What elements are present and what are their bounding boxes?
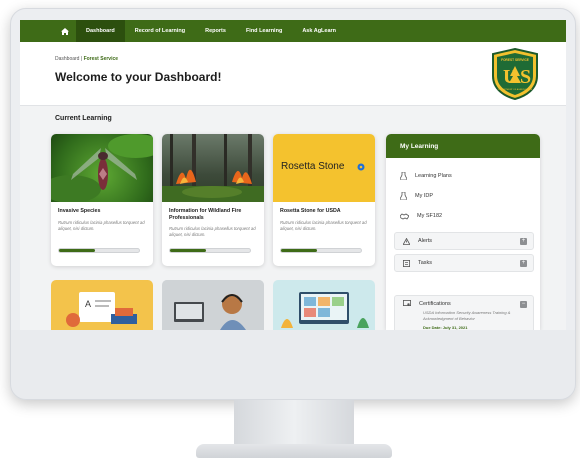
monitor-stand-neck [234,400,354,448]
forest-service-logo: U S FOREST SERVICE DEPARTMENT OF AGRICUL… [492,48,538,100]
handshake-icon [400,213,409,220]
warning-icon [403,237,410,245]
nav-ask-aglearn[interactable]: Ask AgLearn [292,20,346,42]
course-progress-bar [58,248,140,253]
my-learning-title: My Learning [386,134,540,158]
breadcrumb-dashboard[interactable]: Dashboard [55,56,79,62]
home-button[interactable] [54,20,76,42]
collapse-button[interactable]: − [520,301,527,308]
nav-record-of-learning[interactable]: Record of Learning [125,20,195,42]
accordion-label: Alerts [418,238,433,244]
course-card-row2-2[interactable] [162,280,264,330]
certifications-header[interactable]: Certifications [403,300,451,307]
progress-fill [281,249,317,252]
course-title: Information for Wildland Fire Profession… [169,208,242,221]
certification-due-date: Due Date: July 31, 2021 [423,325,468,330]
logo-bottom-text: DEPARTMENT OF AGRICULTURE [498,88,533,91]
expand-button[interactable]: + [520,260,527,267]
my-learning-panel: My Learning Learning Plans My IDP My SF1… [386,134,540,330]
course-image-virtual-meeting [281,292,369,328]
nav-find-learning[interactable]: Find Learning [236,20,292,42]
course-description: Rutrum ridiculus lacinia phasellus torqu… [169,226,256,238]
accordion-label: Certifications [419,300,451,307]
nav-dashboard[interactable]: Dashboard [76,20,125,42]
breadcrumb: Dashboard | Forest Service [55,56,118,62]
course-card-rosetta-stone[interactable]: Rosetta Stone Rosetta Stone for USDA Rut… [273,134,375,266]
course-image-insect [51,134,153,202]
flask-icon [400,192,407,200]
course-image-wildfire [162,134,264,202]
accordion-tasks[interactable]: Tasks + [394,254,534,272]
link-label: My IDP [415,193,434,199]
course-progress-bar [280,248,362,253]
flask-icon [400,172,407,180]
rosetta-stone-brand: Rosetta Stone [281,161,345,172]
logo-top-text: FOREST SERVICE [501,58,529,62]
home-icon [61,27,69,35]
screen: Dashboard Record of Learning Reports Fin… [20,20,566,330]
course-title: Invasive Species [58,208,101,214]
progress-fill [170,249,206,252]
breadcrumb-forest-service: Forest Service [83,56,119,62]
course-image-letter-a: A [85,299,91,309]
monitor-stand-foot [196,444,392,458]
link-my-idp[interactable]: My IDP [400,190,433,202]
course-title: Rosetta Stone for USDA [280,208,341,214]
accordion-certifications[interactable]: Certifications − USDA Information Securi… [394,295,534,330]
rosetta-logo-icon [357,163,365,171]
progress-fill [59,249,95,252]
expand-button[interactable]: + [520,238,527,245]
course-image-online-learner [162,280,264,330]
logo-letter-s: S [520,66,531,88]
desktop-monitor-mockup: Dashboard Record of Learning Reports Fin… [0,0,580,462]
link-label: Learning Plans [415,173,452,179]
course-card-row2-1[interactable]: A [51,280,153,330]
link-learning-plans[interactable]: Learning Plans [400,170,452,182]
insect-illustration [51,134,153,202]
link-my-sf182[interactable]: My SF182 [400,210,442,222]
breadcrumb-separator: | [80,56,83,62]
monitor-chin [10,330,576,400]
certification-description: USDA Information Security Awareness Trai… [423,310,511,321]
wildfire-illustration [162,134,264,202]
top-nav: Dashboard Record of Learning Reports Fin… [20,20,566,42]
course-progress-bar [169,248,251,253]
list-icon [403,259,410,267]
course-description: Rutrum ridiculus lacinia phasellus torqu… [58,220,145,232]
nav-reports[interactable]: Reports [195,20,236,42]
course-image-reading: A [66,292,137,327]
course-card-invasive-species[interactable]: Invasive Species Rutrum ridiculus lacini… [51,134,153,266]
certificate-icon [403,300,411,306]
course-card-row2-3[interactable] [273,280,375,330]
link-label: My SF182 [417,213,443,219]
course-description: Rutrum ridiculus lacinia phasellus torqu… [280,220,367,232]
course-image-rosetta-stone: Rosetta Stone [273,134,375,202]
accordion-label: Tasks [418,260,433,266]
current-learning-title: Current Learning [55,115,112,122]
page-title: Welcome to your Dashboard! [55,70,222,84]
course-card-wildland-fire[interactable]: Information for Wildland Fire Profession… [162,134,264,266]
accordion-alerts[interactable]: Alerts + [394,232,534,250]
